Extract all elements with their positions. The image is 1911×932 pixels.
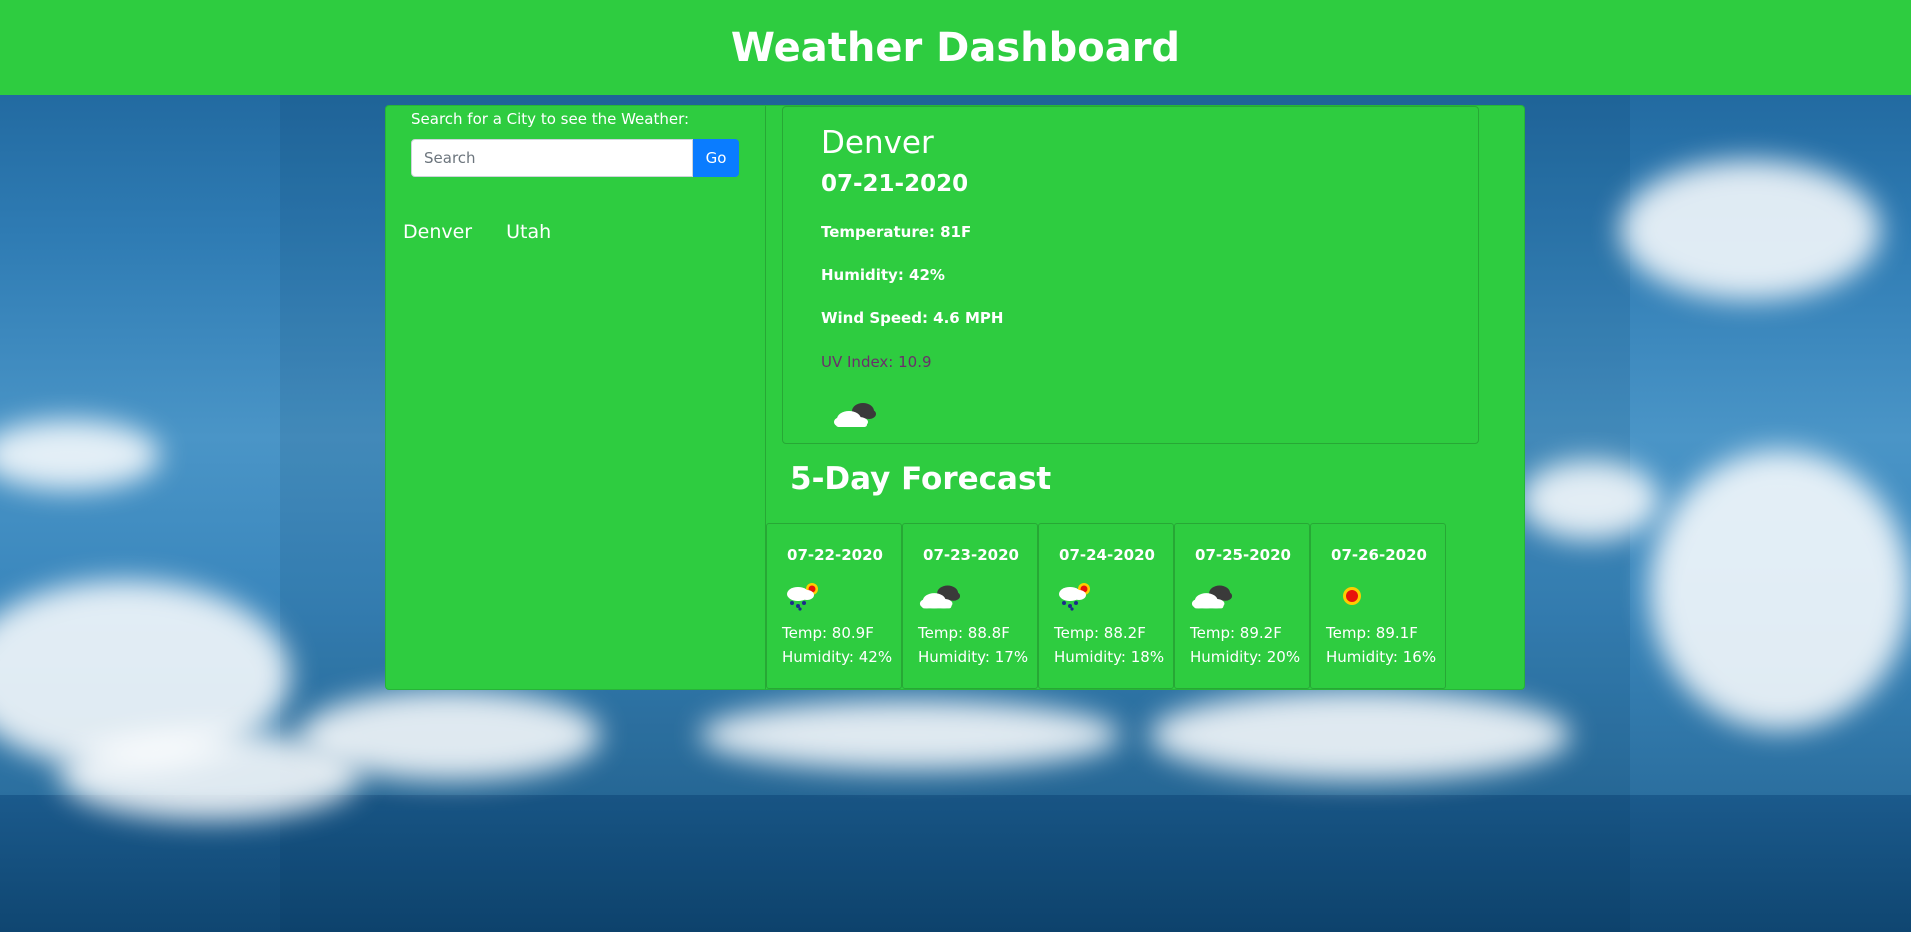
forecast-temp: Temp: 89.1F [1326, 624, 1418, 642]
sun-icon [1343, 587, 1361, 605]
history-item-denver[interactable]: Denver [403, 221, 472, 243]
forecast-humidity: Humidity: 16% [1326, 648, 1437, 666]
search-history: Denver Utah [403, 221, 551, 243]
current-date: 07-21-2020 [821, 171, 969, 197]
search-sidebar: Search for a City to see the Weather: Go… [386, 106, 766, 689]
history-item-utah[interactable]: Utah [506, 221, 551, 243]
forecast-row: 07-22-2020 Temp: 80.9F Humidity: 42% 07-… [766, 523, 1446, 689]
header-bar: Weather Dashboard [0, 0, 1911, 95]
rain-sun-icon [787, 583, 818, 611]
search-input[interactable] [411, 139, 693, 177]
rain-sun-icon [1059, 583, 1090, 611]
current-uv-index: UV Index: 10.9 [821, 353, 932, 371]
forecast-card: 07-26-2020 Temp: 89.1F Humidity: 16% [1310, 523, 1446, 689]
forecast-date: 07-22-2020 [787, 546, 883, 564]
cloudy-icon [1191, 585, 1233, 609]
current-humidity: Humidity: 42% [821, 266, 945, 284]
forecast-card: 07-25-2020 Temp: 89.2F Humidity: 20% [1174, 523, 1310, 689]
current-city-name: Denver [821, 125, 934, 161]
dashboard-panel: Search for a City to see the Weather: Go… [385, 105, 1525, 690]
forecast-card: 07-23-2020 Temp: 88.8F Humidity: 17% [902, 523, 1038, 689]
forecast-temp: Temp: 88.8F [918, 624, 1010, 642]
forecast-humidity: Humidity: 20% [1190, 648, 1301, 666]
forecast-card: 07-22-2020 Temp: 80.9F Humidity: 42% [766, 523, 902, 689]
forecast-date: 07-23-2020 [923, 546, 1019, 564]
forecast-title: 5-Day Forecast [790, 461, 1052, 497]
page-title: Weather Dashboard [730, 24, 1181, 71]
forecast-date: 07-26-2020 [1331, 546, 1427, 564]
search-label: Search for a City to see the Weather: [411, 110, 690, 128]
forecast-humidity: Humidity: 18% [1054, 648, 1165, 666]
forecast-temp: Temp: 88.2F [1054, 624, 1146, 642]
forecast-date: 07-25-2020 [1195, 546, 1291, 564]
cloudy-icon [834, 403, 876, 427]
current-weather-card: Denver 07-21-2020 Temperature: 81F Humid… [782, 106, 1479, 444]
cloudy-icon [919, 585, 961, 609]
forecast-card: 07-24-2020 Temp: 88.2F Humidity: 18% [1038, 523, 1174, 689]
forecast-humidity: Humidity: 17% [918, 648, 1029, 666]
current-wind-speed: Wind Speed: 4.6 MPH [821, 309, 1004, 327]
current-temperature: Temperature: 81F [821, 223, 972, 241]
forecast-temp: Temp: 80.9F [782, 624, 874, 642]
forecast-temp: Temp: 89.2F [1190, 624, 1282, 642]
go-button[interactable]: Go [693, 139, 739, 177]
forecast-humidity: Humidity: 42% [782, 648, 893, 666]
forecast-date: 07-24-2020 [1059, 546, 1155, 564]
